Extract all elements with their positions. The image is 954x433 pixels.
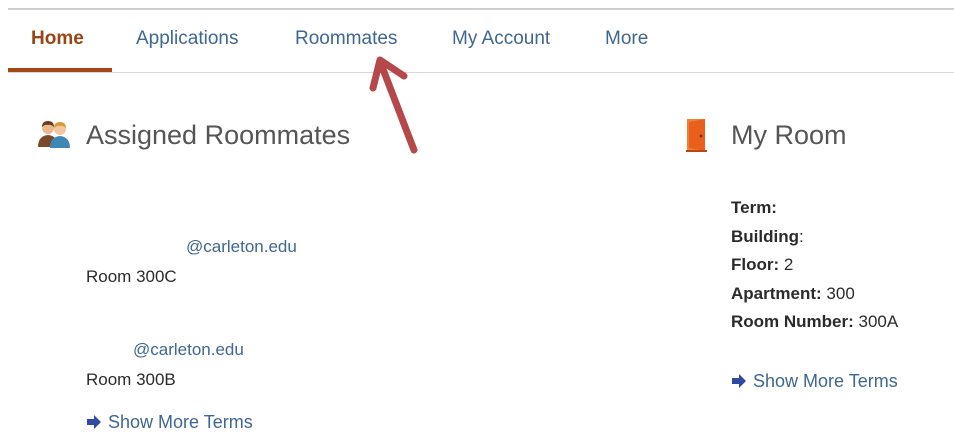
main-nav: Home Applications Roommates My Account M… bbox=[8, 12, 954, 73]
arrow-right-icon bbox=[87, 415, 101, 429]
show-more-label: Show More Terms bbox=[108, 412, 253, 432]
room-apartment-row: Apartment: 300 bbox=[731, 283, 855, 303]
door-icon bbox=[686, 119, 707, 152]
room-building-row: Building: bbox=[731, 226, 804, 246]
annotation-arrow-icon bbox=[369, 56, 418, 154]
arrow-right-icon bbox=[732, 374, 746, 388]
my-room-title: My Room bbox=[731, 120, 847, 150]
room-show-more-terms-link[interactable]: Show More Terms bbox=[731, 371, 898, 392]
roommates-icon bbox=[38, 121, 70, 148]
assigned-roommates-title: Assigned Roommates bbox=[86, 120, 351, 150]
tab-home[interactable]: Home bbox=[31, 28, 84, 50]
tab-my-account[interactable]: My Account bbox=[452, 28, 550, 50]
tab-roommates[interactable]: Roommates bbox=[295, 28, 397, 50]
roommate-email-link[interactable]: @carleton.edu bbox=[186, 237, 297, 257]
tab-more[interactable]: More bbox=[605, 28, 648, 50]
room-floor-row: Floor: 2 bbox=[731, 255, 794, 274]
roommate-room: Room 300B bbox=[86, 370, 176, 389]
roommates-show-more-terms-link[interactable]: Show More Terms bbox=[86, 412, 253, 433]
tab-home-active-indicator bbox=[8, 68, 112, 72]
room-term-row: Term: bbox=[731, 198, 777, 217]
room-number-row: Room Number: 300A bbox=[731, 312, 899, 331]
show-more-label: Show More Terms bbox=[753, 371, 898, 391]
tab-applications[interactable]: Applications bbox=[136, 28, 238, 50]
roommate-room: Room 300C bbox=[86, 267, 177, 286]
room-details: Term: Building: Floor: 2 Apartment: 300 … bbox=[731, 194, 898, 337]
top-border bbox=[8, 8, 954, 10]
roommate-email-link[interactable]: @carleton.edu bbox=[133, 340, 244, 360]
